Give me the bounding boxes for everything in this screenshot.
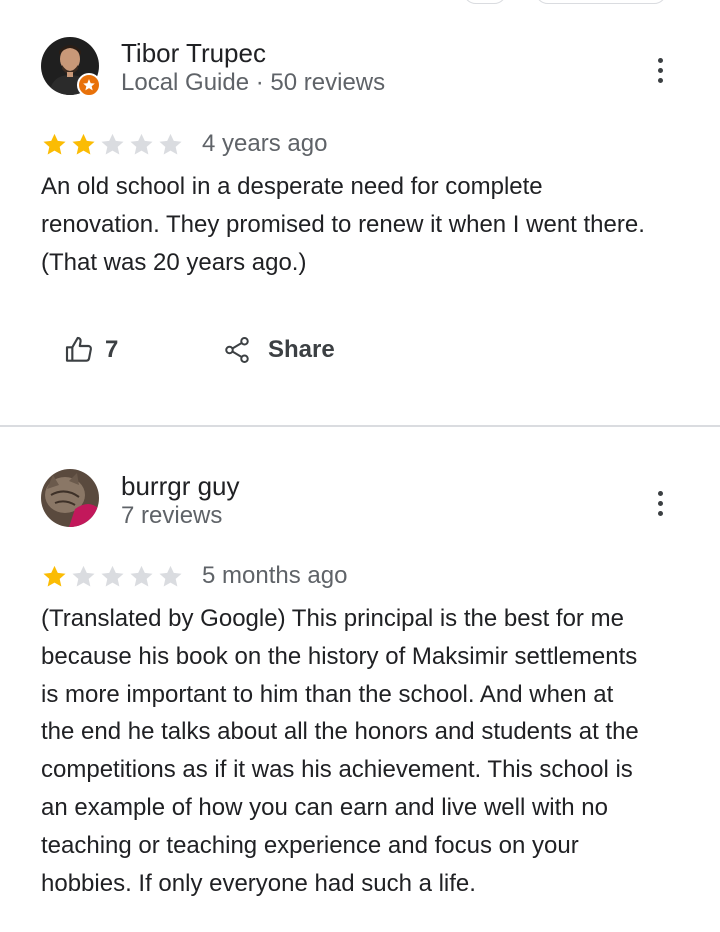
review-card: burrgr guy 7 reviews 5 months ago (Trans…	[0, 428, 720, 932]
share-button[interactable]: Share	[222, 332, 335, 368]
star-filled-icon	[72, 133, 95, 155]
local-guide-badge-icon	[77, 73, 101, 97]
star-empty-icon	[72, 565, 95, 587]
more-vert-icon[interactable]	[645, 483, 675, 523]
star-rating: 4 years ago	[41, 130, 327, 158]
review-actions: 7 Share	[0, 332, 720, 368]
share-icon	[225, 337, 249, 363]
reviewer-meta: 7 reviews	[121, 502, 223, 529]
reviewer-name[interactable]: Tibor Trupec	[121, 38, 266, 69]
thumb-up-icon	[65, 336, 92, 362]
avatar[interactable]	[41, 469, 99, 527]
star-empty-icon	[101, 565, 124, 587]
reviewer-meta: Local Guide · 50 reviews	[121, 69, 386, 96]
like-button[interactable]: 7	[63, 332, 118, 368]
review-card: Tibor Trupec Local Guide · 50 reviews 4 …	[0, 0, 720, 426]
divider	[0, 425, 720, 427]
like-count: 7	[105, 336, 119, 363]
review-time: 4 years ago	[202, 130, 328, 157]
star-filled-icon	[43, 133, 66, 155]
reviewer-name[interactable]: burrgr guy	[121, 471, 240, 502]
review-time: 5 months ago	[202, 562, 348, 589]
star-filled-icon	[43, 565, 66, 587]
profile-photo	[41, 469, 99, 527]
star-rating: 5 months ago	[41, 562, 347, 590]
star-empty-icon	[159, 133, 182, 155]
star-empty-icon	[159, 565, 182, 587]
review-text: An old school in a desperate need for co…	[41, 173, 645, 276]
star-empty-icon	[101, 133, 124, 155]
star-empty-icon	[130, 133, 153, 155]
share-label: Share	[268, 336, 335, 363]
star-empty-icon	[130, 565, 153, 587]
more-vert-icon[interactable]	[645, 50, 675, 90]
avatar[interactable]	[41, 37, 101, 97]
review-text: (Translated by Google) This principal is…	[41, 605, 639, 897]
